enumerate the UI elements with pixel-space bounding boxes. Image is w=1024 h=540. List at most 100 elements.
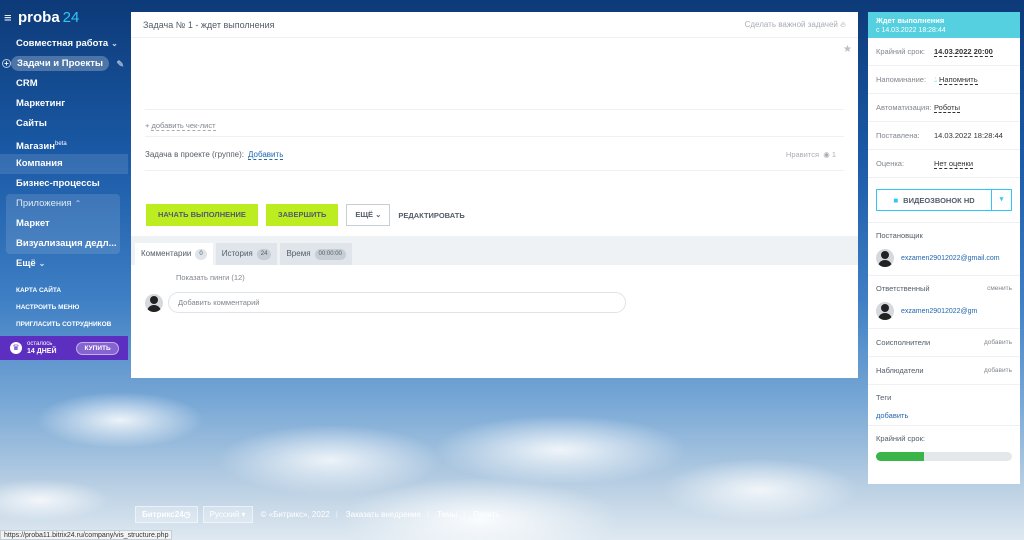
actions-bar: НАЧАТЬ ВЫПОЛНЕНИЕ ЗАВЕРШИТЬ ЕЩЁ ⌄ РЕДАКТ… <box>131 194 858 236</box>
divider: | <box>426 510 430 519</box>
menu-icon[interactable]: ≡ <box>4 10 16 25</box>
robots-link[interactable]: Роботы <box>934 103 960 113</box>
change-responsible-link[interactable]: сменить <box>987 280 1012 298</box>
apps-group: Приложения ⌃ Маркет Визуализация дедл... <box>6 194 120 254</box>
status-text: Ждет выполнения <box>876 16 945 25</box>
sidebar-item-apps[interactable]: Приложения ⌃ <box>6 194 120 214</box>
chevron-down-icon: ⌄ <box>111 39 118 48</box>
sidebar-item-market[interactable]: Маркет <box>6 214 120 234</box>
observers-section: Наблюдатели добавить <box>868 357 1020 385</box>
created-value: 14.03.2022 18:28:44 <box>934 131 1003 140</box>
sidebar-item-collaboration[interactable]: Совместная работа ⌄ <box>0 34 128 54</box>
pencil-icon[interactable]: ✎ <box>116 54 124 74</box>
print-link[interactable]: Печать <box>473 510 499 519</box>
tabs-strip: Комментарии 0 История 24 Время 00:00:00 <box>131 236 858 265</box>
divider <box>145 170 844 171</box>
left-sidebar: ≡ proba 24 Совместная работа ⌄ + Задачи и … <box>0 0 128 540</box>
invite-link[interactable]: ПРИГЛАСИТЬ СОТРУДНИКОВ <box>0 316 128 333</box>
coexec-section: Соисполнители добавить <box>868 329 1020 357</box>
info-row-created: Поставлена: 14.03.2022 18:28:44 <box>868 122 1020 150</box>
make-important-link[interactable]: Сделать важной задачей 🔥︎ <box>745 20 846 30</box>
task-panel: Задача № 1 - ждет выполнения Сделать важ… <box>131 12 858 378</box>
sidebar-item-company[interactable]: Компания <box>0 154 128 174</box>
add-checklist-link[interactable]: + добавить чек-лист <box>145 121 216 131</box>
tabs-zone: Комментарии 0 История 24 Время 00:00:00 Пок… <box>131 236 858 378</box>
status-header: Ждет выполнения с 14.03.2022 18:28:44 <box>868 12 1020 38</box>
avatar <box>876 302 894 320</box>
tab-time[interactable]: Время 00:00:00 <box>280 243 352 265</box>
task-title: Задача № 1 - ждет выполнения <box>143 19 275 30</box>
tab-count: 00:00:00 <box>314 248 346 260</box>
sitemap-link[interactable]: КАРТА САЙТА <box>0 282 128 299</box>
logo[interactable]: proba 24 <box>18 9 79 26</box>
themes-link[interactable]: Темы <box>437 510 457 519</box>
rating-link[interactable]: Нет оценки <box>934 159 974 169</box>
tab-count: 24 <box>256 248 272 260</box>
sidebar-item-tasks[interactable]: + Задачи и Проекты ✎ <box>0 54 128 74</box>
trial-text: осталось 14 ДНЕЙ <box>27 340 57 355</box>
tags-section: Теги добавить <box>868 389 1020 426</box>
crown-icon: ♛ <box>10 342 22 354</box>
more-button[interactable]: ЕЩЁ ⌄ <box>346 204 391 226</box>
buy-button[interactable]: КУПИТЬ <box>76 341 119 355</box>
clock-icon: ◷ <box>183 510 191 519</box>
sidebar-item-shop[interactable]: Магазинbeta <box>0 134 128 154</box>
add-coexec-link[interactable]: добавить <box>984 329 1012 356</box>
avatar <box>876 249 894 267</box>
creator-section: Постановщик exzamen29012022@gmail.com <box>868 227 1020 276</box>
finish-button[interactable]: ЗАВЕРШИТЬ <box>265 204 339 226</box>
show-pings-link[interactable]: Показать пинги (12) <box>176 273 245 282</box>
beta-badge: beta <box>54 141 67 147</box>
responsible-email[interactable]: exzamen29012022@gm <box>901 308 977 315</box>
task-header: Задача № 1 - ждет выполнения Сделать важ… <box>131 12 858 38</box>
bitrix24-badge[interactable]: Битрикс24◷ <box>135 506 198 523</box>
info-row-reminder: Напоминание: 💧︎ Напомнить <box>868 66 1020 94</box>
avatar <box>145 293 163 312</box>
configure-menu-link[interactable]: НАСТРОИТЬ МЕНЮ <box>0 299 128 316</box>
flame-icon: 🔥︎ <box>840 19 846 29</box>
order-link[interactable]: Заказать внедрение <box>346 510 421 519</box>
copyright: © «Битрикс», 2022 <box>260 510 330 519</box>
reminder-link[interactable]: Напомнить <box>939 75 978 85</box>
info-row-automation: Автоматизация: Роботы <box>868 94 1020 122</box>
video-wrap: ■ ВИДЕОЗВОНОК HD ▾ <box>868 178 1020 223</box>
right-panel: Ждет выполнения с 14.03.2022 18:28:44 Кр… <box>868 12 1020 484</box>
deadline-value[interactable]: 14.03.2022 20:00 <box>934 47 993 57</box>
tab-comments[interactable]: Комментарии 0 <box>135 243 213 265</box>
start-button[interactable]: НАЧАТЬ ВЫПОЛНЕНИЕ <box>146 204 258 226</box>
add-observer-link[interactable]: добавить <box>984 357 1012 384</box>
divider <box>145 109 844 110</box>
sidebar-item-bizproc[interactable]: Бизнес-процессы <box>0 174 128 194</box>
add-project-link[interactable]: Добавить <box>248 150 284 160</box>
tab-count: 0 <box>195 248 207 260</box>
trial-banner: ♛ осталось 14 ДНЕЙ КУПИТЬ <box>0 336 128 360</box>
deadline-progress <box>876 452 1012 461</box>
edit-button[interactable]: РЕДАКТИРОВАТЬ <box>394 211 468 220</box>
plus-icon[interactable]: + <box>2 59 11 68</box>
sidebar-item-deadlines[interactable]: Визуализация дедл... <box>6 234 120 254</box>
star-icon[interactable]: ★ <box>843 44 852 55</box>
add-tag-link[interactable]: добавить <box>876 407 1012 425</box>
responsible-section: Ответственный сменить exzamen29012022@gm <box>868 280 1020 329</box>
project-label: Задача в проекте (группе): <box>145 150 244 159</box>
sidebar-item-sites[interactable]: Сайты <box>0 114 128 134</box>
chevron-down-icon[interactable]: ▾ <box>991 190 1011 210</box>
sidebar-item-marketing[interactable]: Маркетинг <box>0 94 128 114</box>
language-select[interactable]: Русский ▾ <box>202 506 253 523</box>
video-call-button[interactable]: ■ ВИДЕОЗВОНОК HD ▾ <box>876 189 1012 211</box>
sidebar-item-more[interactable]: Ещё ⌄ <box>0 254 128 274</box>
comment-row: Добавить комментарий <box>145 292 626 313</box>
info-row-deadline: Крайний срок: 14.03.2022 20:00 <box>868 38 1020 66</box>
deadline-section: Крайний срок: <box>868 430 1020 461</box>
creator-email[interactable]: exzamen29012022@gmail.com <box>901 255 1000 262</box>
likes[interactable]: Нравится ◉ 1 <box>786 150 836 159</box>
eye-icon: ◉ <box>823 150 830 159</box>
project-row: Задача в проекте (группе): Добавить Нрави… <box>145 150 836 160</box>
browser-status-bar: https://proba11.bitrix24.ru/company/vis_… <box>0 530 173 540</box>
divider: | <box>335 510 338 519</box>
footer: Битрикс24◷ Русский ▾ © «Битрикс», 2022 |… <box>135 506 499 523</box>
comment-input[interactable]: Добавить комментарий <box>168 292 626 313</box>
deadline-progress-fill <box>876 452 924 461</box>
sidebar-item-crm[interactable]: CRM <box>0 74 128 94</box>
tab-history[interactable]: История 24 <box>215 243 278 265</box>
